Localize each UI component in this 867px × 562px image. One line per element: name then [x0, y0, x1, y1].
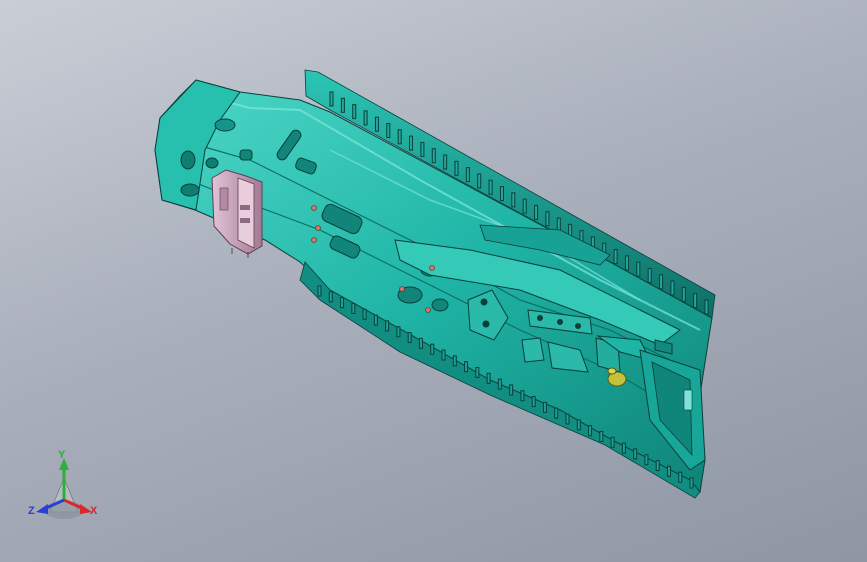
x-axis-label: X: [90, 505, 98, 517]
y-axis-label: Y: [58, 449, 66, 461]
view-orientation-triad: Y X Z: [28, 449, 98, 519]
graphics-viewport[interactable]: Y X Z: [0, 0, 867, 562]
z-axis-label: Z: [28, 505, 35, 517]
